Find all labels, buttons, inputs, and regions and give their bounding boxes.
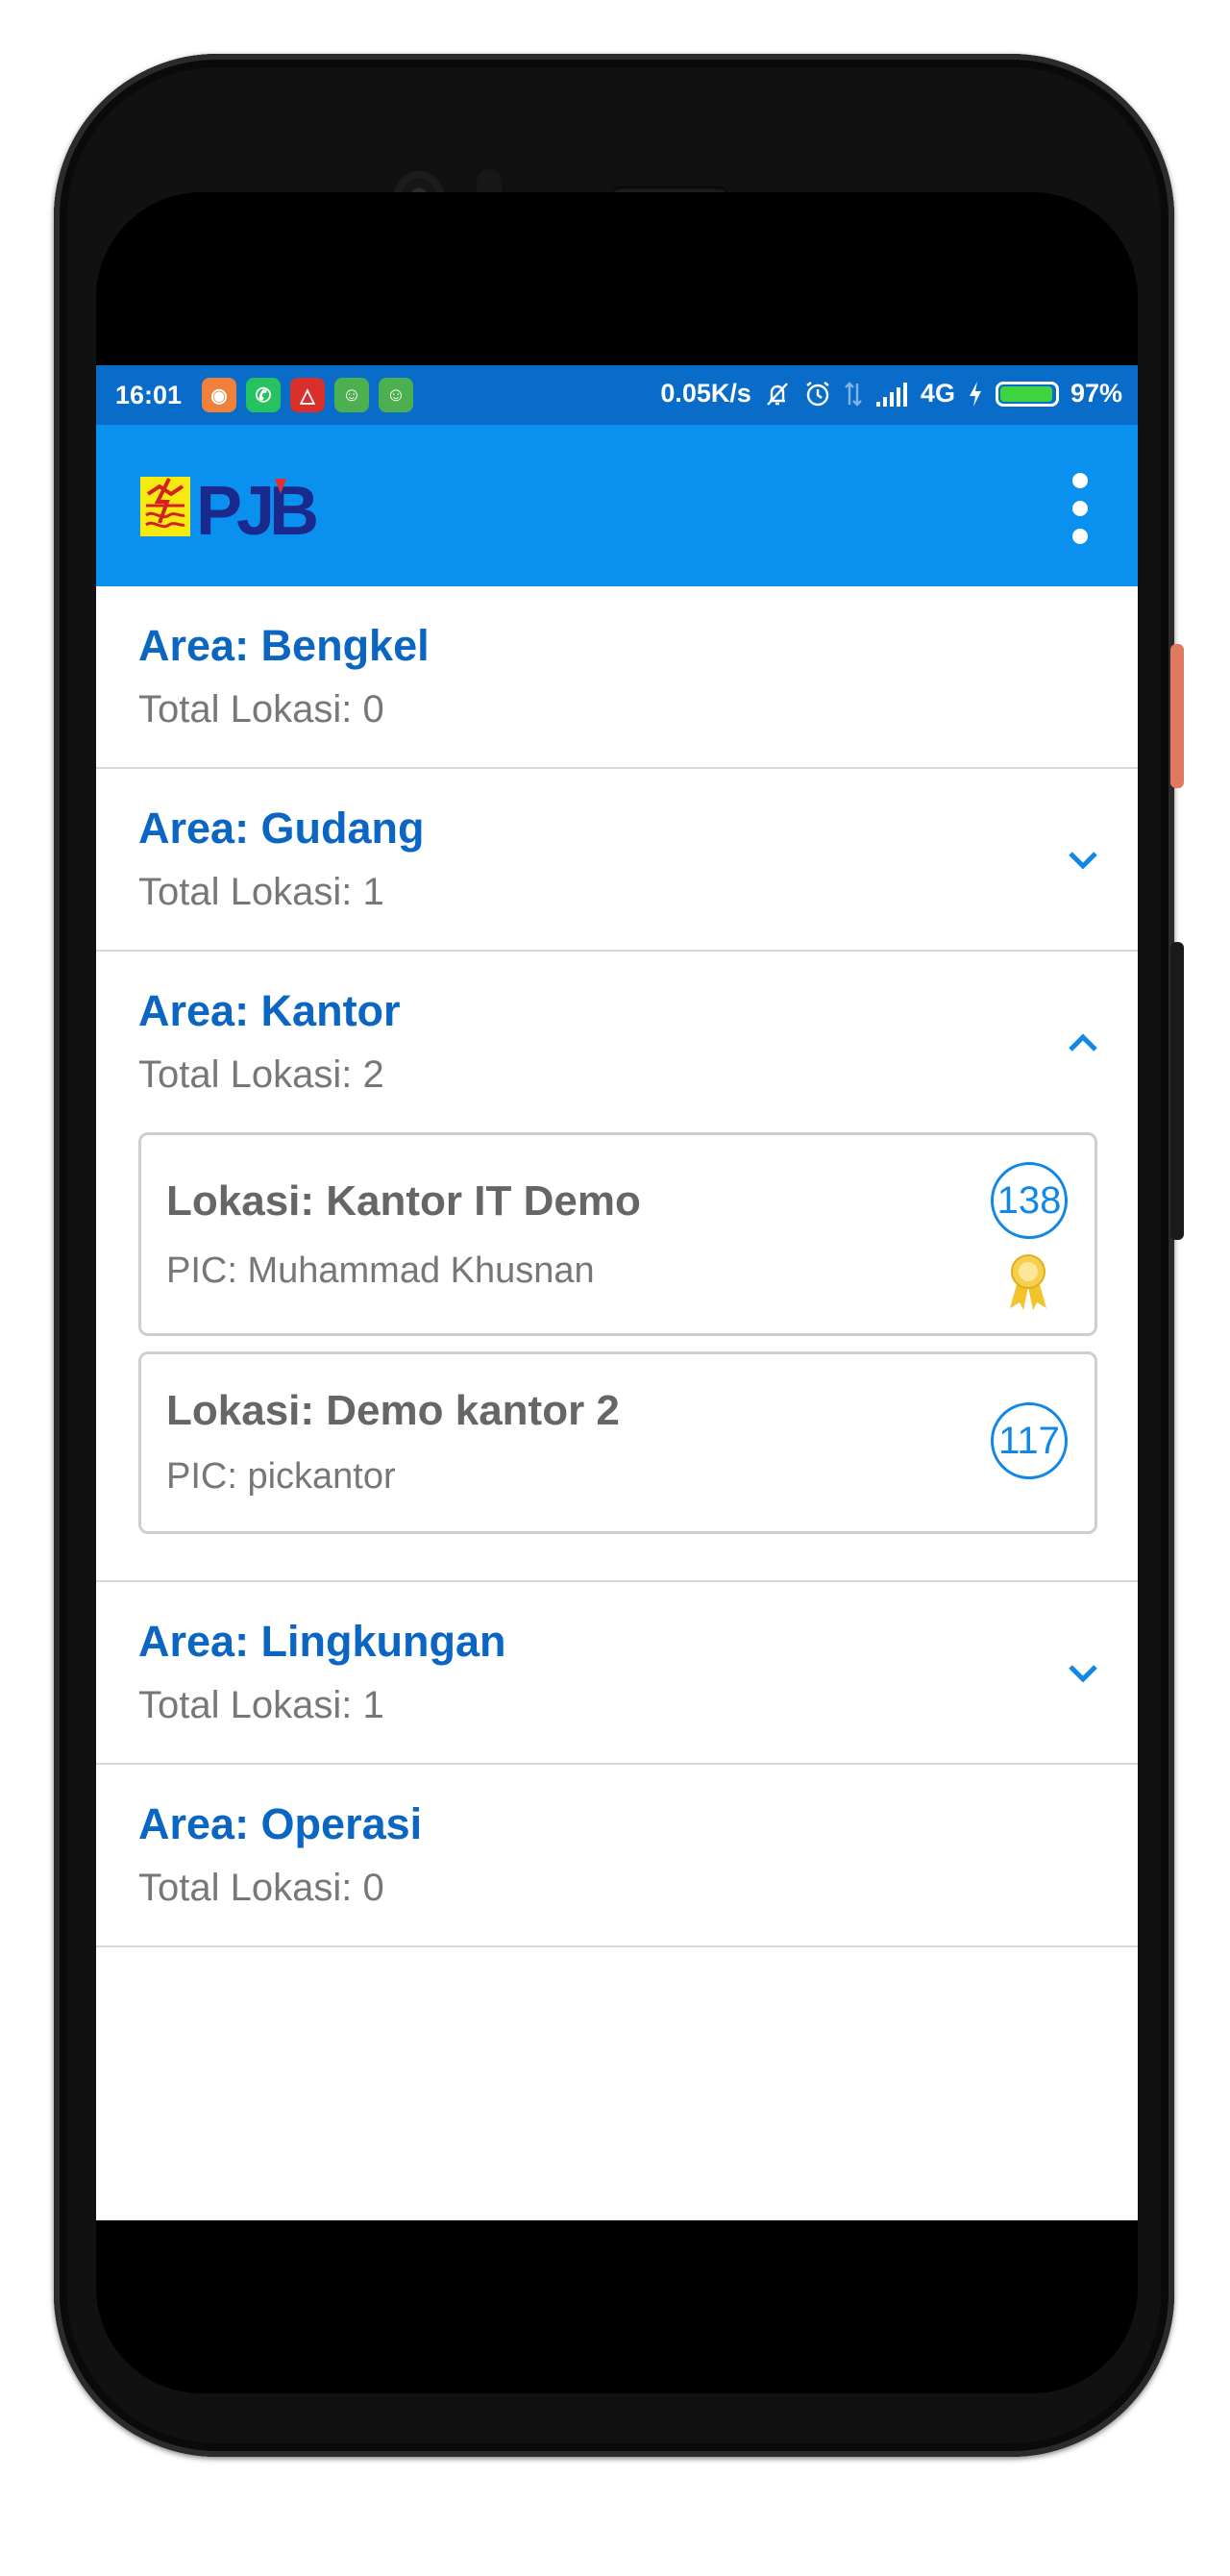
status-bar: 16:01 ◉ ✆ △ ☺ ☺ 0.05K/s 4G 97% [96,365,1138,425]
area-count: Total Lokasi: 0 [138,1867,384,1909]
pjb-logo: PJB [140,473,319,540]
area-title: Area: Bengkel [138,621,430,670]
location-pic: PIC: Muhammad Khusnan [166,1251,595,1291]
score-badge: 138 [991,1162,1068,1239]
location-card[interactable]: Lokasi: Demo kantor 2 PIC: pickantor 117 [138,1351,1097,1534]
area-title: Area: Kantor [138,986,401,1035]
logo-text: PJB [196,473,316,540]
status-time: 16:01 [115,381,183,409]
whatsapp-icon: ✆ [246,378,281,412]
charging-icon [969,381,981,407]
area-item-lingkungan[interactable]: Area: Lingkungan Total Lokasi: 1 [96,1582,1138,1765]
location-card[interactable]: Lokasi: Kantor IT Demo PIC: Muhammad Khu… [138,1132,1097,1336]
area-title: Area: Operasi [138,1799,423,1848]
android-icon: ☺ [379,378,413,412]
area-item-bengkel[interactable]: Area: Bengkel Total Lokasi: 0 [96,586,1138,769]
battery-fill [999,385,1053,402]
location-cards: Lokasi: Kantor IT Demo PIC: Muhammad Khu… [96,1132,1138,1580]
area-count: Total Lokasi: 1 [138,871,384,913]
status-right: 0.05K/s 4G 97% [660,379,1122,409]
chevron-down-icon[interactable] [1063,1653,1103,1694]
data-arrows-icon [845,381,862,407]
more-vert-icon[interactable] [1061,473,1099,544]
area-count: Total Lokasi: 1 [138,1684,384,1726]
area-item-gudang[interactable]: Area: Gudang Total Lokasi: 1 [96,769,1138,952]
battery-percent: 97% [1070,379,1122,408]
area-item-kantor[interactable]: Area: Kantor Total Lokasi: 2 Lokasi: Kan… [96,952,1138,1582]
signal-icon [875,382,907,407]
network-type: 4G [920,379,955,408]
chevron-down-icon[interactable] [1063,840,1103,880]
app-toolbar: PJB [96,425,1138,586]
app-window: 16:01 ◉ ✆ △ ☺ ☺ 0.05K/s 4G 97% PJB Area:… [96,365,1138,2220]
chevron-up-icon[interactable] [1063,1023,1103,1063]
car-app-icon: △ [290,378,325,412]
area-count: Total Lokasi: 0 [138,688,384,731]
android-icon: ☺ [334,378,369,412]
muted-bell-icon [767,382,788,406]
phone-screen: 16:01 ◉ ✆ △ ☺ ☺ 0.05K/s 4G 97% PJB Area:… [96,192,1138,2393]
area-count: Total Lokasi: 2 [138,1053,384,1096]
location-pic: PIC: pickantor [166,1456,396,1497]
notification-icons: ◉ ✆ △ ☺ ☺ [202,378,413,412]
network-speed: 0.05K/s [660,379,751,408]
score-badge: 117 [991,1402,1068,1479]
location-name: Lokasi: Kantor IT Demo [166,1177,641,1225]
battery-icon [995,381,1059,407]
area-list: Area: Bengkel Total Lokasi: 0 Area: Guda… [96,586,1138,1947]
award-ribbon-icon [1010,1254,1046,1310]
side-button-orange [1170,644,1184,788]
cat-app-icon: ◉ [202,378,236,412]
alarm-icon [806,381,829,406]
area-item-operasi[interactable]: Area: Operasi Total Lokasi: 0 [96,1765,1138,1947]
area-title: Area: Gudang [138,804,425,853]
location-name: Lokasi: Demo kantor 2 [166,1387,620,1434]
side-button-volume [1170,942,1184,1240]
area-title: Area: Lingkungan [138,1617,506,1666]
